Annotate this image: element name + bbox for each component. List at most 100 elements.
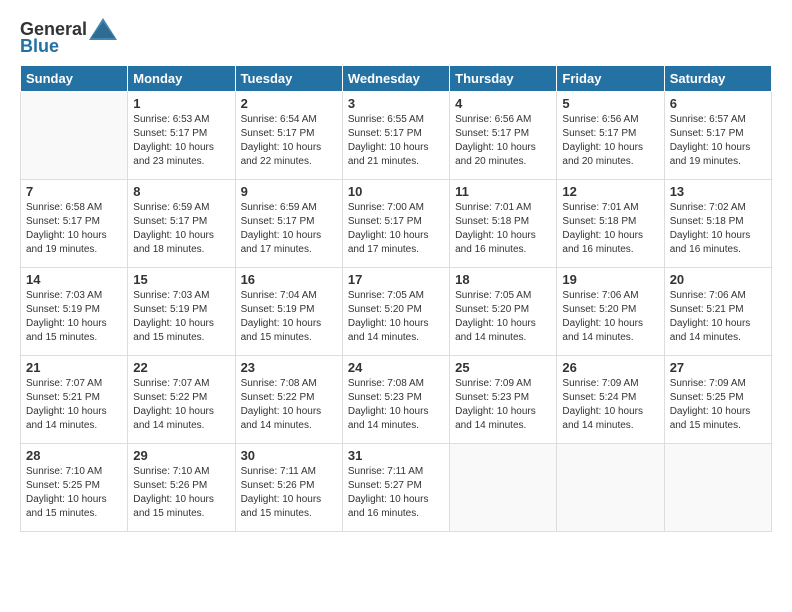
day-number: 26 xyxy=(562,360,658,375)
day-number: 15 xyxy=(133,272,229,287)
day-number: 20 xyxy=(670,272,766,287)
calendar-cell xyxy=(450,444,557,532)
day-info: Sunrise: 6:53 AM Sunset: 5:17 PM Dayligh… xyxy=(133,113,229,169)
week-row-3: 14 Sunrise: 7:03 AM Sunset: 5:19 PM Dayli… xyxy=(21,268,772,356)
day-info: Sunrise: 7:07 AM Sunset: 5:21 PM Dayligh… xyxy=(26,377,122,433)
day-number: 14 xyxy=(26,272,122,287)
day-number: 17 xyxy=(348,272,444,287)
day-info: Sunrise: 7:01 AM Sunset: 5:18 PM Dayligh… xyxy=(455,201,551,257)
day-number: 23 xyxy=(241,360,337,375)
calendar-cell: 9 Sunrise: 6:59 AM Sunset: 5:17 PM Daylig… xyxy=(235,180,342,268)
day-number: 28 xyxy=(26,448,122,463)
day-info: Sunrise: 7:05 AM Sunset: 5:20 PM Dayligh… xyxy=(348,289,444,345)
day-number: 27 xyxy=(670,360,766,375)
day-number: 19 xyxy=(562,272,658,287)
day-number: 31 xyxy=(348,448,444,463)
calendar-table: SundayMondayTuesdayWednesdayThursdayFrid… xyxy=(20,65,772,532)
day-info: Sunrise: 7:06 AM Sunset: 5:21 PM Dayligh… xyxy=(670,289,766,345)
calendar-cell: 6 Sunrise: 6:57 AM Sunset: 5:17 PM Daylig… xyxy=(664,92,771,180)
day-number: 12 xyxy=(562,184,658,199)
day-number: 18 xyxy=(455,272,551,287)
day-info: Sunrise: 7:03 AM Sunset: 5:19 PM Dayligh… xyxy=(26,289,122,345)
calendar-cell: 13 Sunrise: 7:02 AM Sunset: 5:18 PM Dayli… xyxy=(664,180,771,268)
calendar-cell: 15 Sunrise: 7:03 AM Sunset: 5:19 PM Dayli… xyxy=(128,268,235,356)
day-info: Sunrise: 6:56 AM Sunset: 5:17 PM Dayligh… xyxy=(455,113,551,169)
col-header-thursday: Thursday xyxy=(450,66,557,92)
day-number: 1 xyxy=(133,96,229,111)
day-number: 11 xyxy=(455,184,551,199)
day-number: 2 xyxy=(241,96,337,111)
day-info: Sunrise: 7:00 AM Sunset: 5:17 PM Dayligh… xyxy=(348,201,444,257)
day-number: 4 xyxy=(455,96,551,111)
calendar-cell: 17 Sunrise: 7:05 AM Sunset: 5:20 PM Dayli… xyxy=(342,268,449,356)
col-header-wednesday: Wednesday xyxy=(342,66,449,92)
calendar-cell: 27 Sunrise: 7:09 AM Sunset: 5:25 PM Dayli… xyxy=(664,356,771,444)
calendar-cell: 23Sunrise: 7:08 AM Sunset: 5:22 PM Dayli… xyxy=(235,356,342,444)
day-number: 7 xyxy=(26,184,122,199)
calendar-cell: 2 Sunrise: 6:54 AM Sunset: 5:17 PM Daylig… xyxy=(235,92,342,180)
day-info: Sunrise: 7:09 AM Sunset: 5:24 PM Dayligh… xyxy=(562,377,658,433)
calendar-cell: 14 Sunrise: 7:03 AM Sunset: 5:19 PM Dayli… xyxy=(21,268,128,356)
calendar-cell: 20 Sunrise: 7:06 AM Sunset: 5:21 PM Dayli… xyxy=(664,268,771,356)
calendar-cell: 11 Sunrise: 7:01 AM Sunset: 5:18 PM Dayli… xyxy=(450,180,557,268)
calendar-cell: 28 Sunrise: 7:10 AM Sunset: 5:25 PM Dayli… xyxy=(21,444,128,532)
week-row-1: 1 Sunrise: 6:53 AM Sunset: 5:17 PM Daylig… xyxy=(21,92,772,180)
day-number: 22 xyxy=(133,360,229,375)
day-info: Sunrise: 7:08 AM Sunset: 5:23 PM Dayligh… xyxy=(348,377,444,433)
calendar-cell xyxy=(21,92,128,180)
calendar-cell: 10Sunrise: 7:00 AM Sunset: 5:17 PM Dayli… xyxy=(342,180,449,268)
logo-icon xyxy=(89,18,117,40)
day-info: Sunrise: 7:09 AM Sunset: 5:25 PM Dayligh… xyxy=(670,377,766,433)
day-number: 5 xyxy=(562,96,658,111)
day-info: Sunrise: 7:04 AM Sunset: 5:19 PM Dayligh… xyxy=(241,289,337,345)
calendar-cell: 26 Sunrise: 7:09 AM Sunset: 5:24 PM Dayli… xyxy=(557,356,664,444)
day-number: 25 xyxy=(455,360,551,375)
calendar-cell: 8 Sunrise: 6:59 AM Sunset: 5:17 PM Daylig… xyxy=(128,180,235,268)
day-info: Sunrise: 7:03 AM Sunset: 5:19 PM Dayligh… xyxy=(133,289,229,345)
calendar-cell: 25 Sunrise: 7:09 AM Sunset: 5:23 PM Dayli… xyxy=(450,356,557,444)
page: General Blue SundayMondayTuesdayWednesda… xyxy=(0,0,792,612)
header: General Blue xyxy=(20,18,772,57)
calendar-cell: 19 Sunrise: 7:06 AM Sunset: 5:20 PM Dayli… xyxy=(557,268,664,356)
day-info: Sunrise: 7:09 AM Sunset: 5:23 PM Dayligh… xyxy=(455,377,551,433)
day-info: Sunrise: 7:10 AM Sunset: 5:26 PM Dayligh… xyxy=(133,465,229,521)
logo-blue-text: Blue xyxy=(20,36,59,57)
calendar-cell xyxy=(664,444,771,532)
day-number: 8 xyxy=(133,184,229,199)
logo: General Blue xyxy=(20,18,117,57)
col-header-friday: Friday xyxy=(557,66,664,92)
week-row-2: 7 Sunrise: 6:58 AM Sunset: 5:17 PM Daylig… xyxy=(21,180,772,268)
day-number: 3 xyxy=(348,96,444,111)
day-info: Sunrise: 7:10 AM Sunset: 5:25 PM Dayligh… xyxy=(26,465,122,521)
calendar-cell: 1 Sunrise: 6:53 AM Sunset: 5:17 PM Daylig… xyxy=(128,92,235,180)
calendar-cell: 5Sunrise: 6:56 AM Sunset: 5:17 PM Daylig… xyxy=(557,92,664,180)
calendar-cell: 31Sunrise: 7:11 AM Sunset: 5:27 PM Dayli… xyxy=(342,444,449,532)
day-number: 9 xyxy=(241,184,337,199)
week-row-5: 28 Sunrise: 7:10 AM Sunset: 5:25 PM Dayli… xyxy=(21,444,772,532)
day-number: 6 xyxy=(670,96,766,111)
day-info: Sunrise: 7:02 AM Sunset: 5:18 PM Dayligh… xyxy=(670,201,766,257)
day-info: Sunrise: 6:58 AM Sunset: 5:17 PM Dayligh… xyxy=(26,201,122,257)
day-info: Sunrise: 6:57 AM Sunset: 5:17 PM Dayligh… xyxy=(670,113,766,169)
day-number: 21 xyxy=(26,360,122,375)
day-info: Sunrise: 6:54 AM Sunset: 5:17 PM Dayligh… xyxy=(241,113,337,169)
calendar-cell: 3Sunrise: 6:55 AM Sunset: 5:17 PM Daylig… xyxy=(342,92,449,180)
day-number: 13 xyxy=(670,184,766,199)
day-info: Sunrise: 7:11 AM Sunset: 5:26 PM Dayligh… xyxy=(241,465,337,521)
calendar-cell: 7 Sunrise: 6:58 AM Sunset: 5:17 PM Daylig… xyxy=(21,180,128,268)
day-info: Sunrise: 7:05 AM Sunset: 5:20 PM Dayligh… xyxy=(455,289,551,345)
calendar-cell: 24Sunrise: 7:08 AM Sunset: 5:23 PM Dayli… xyxy=(342,356,449,444)
calendar-cell: 18 Sunrise: 7:05 AM Sunset: 5:20 PM Dayli… xyxy=(450,268,557,356)
calendar-cell xyxy=(557,444,664,532)
day-number: 30 xyxy=(241,448,337,463)
week-row-4: 21 Sunrise: 7:07 AM Sunset: 5:21 PM Dayli… xyxy=(21,356,772,444)
col-header-monday: Monday xyxy=(128,66,235,92)
day-info: Sunrise: 6:59 AM Sunset: 5:17 PM Dayligh… xyxy=(241,201,337,257)
calendar-cell: 12 Sunrise: 7:01 AM Sunset: 5:18 PM Dayli… xyxy=(557,180,664,268)
calendar-cell: 16Sunrise: 7:04 AM Sunset: 5:19 PM Dayli… xyxy=(235,268,342,356)
day-info: Sunrise: 6:59 AM Sunset: 5:17 PM Dayligh… xyxy=(133,201,229,257)
day-number: 29 xyxy=(133,448,229,463)
header-row: SundayMondayTuesdayWednesdayThursdayFrid… xyxy=(21,66,772,92)
day-info: Sunrise: 7:06 AM Sunset: 5:20 PM Dayligh… xyxy=(562,289,658,345)
day-info: Sunrise: 7:01 AM Sunset: 5:18 PM Dayligh… xyxy=(562,201,658,257)
